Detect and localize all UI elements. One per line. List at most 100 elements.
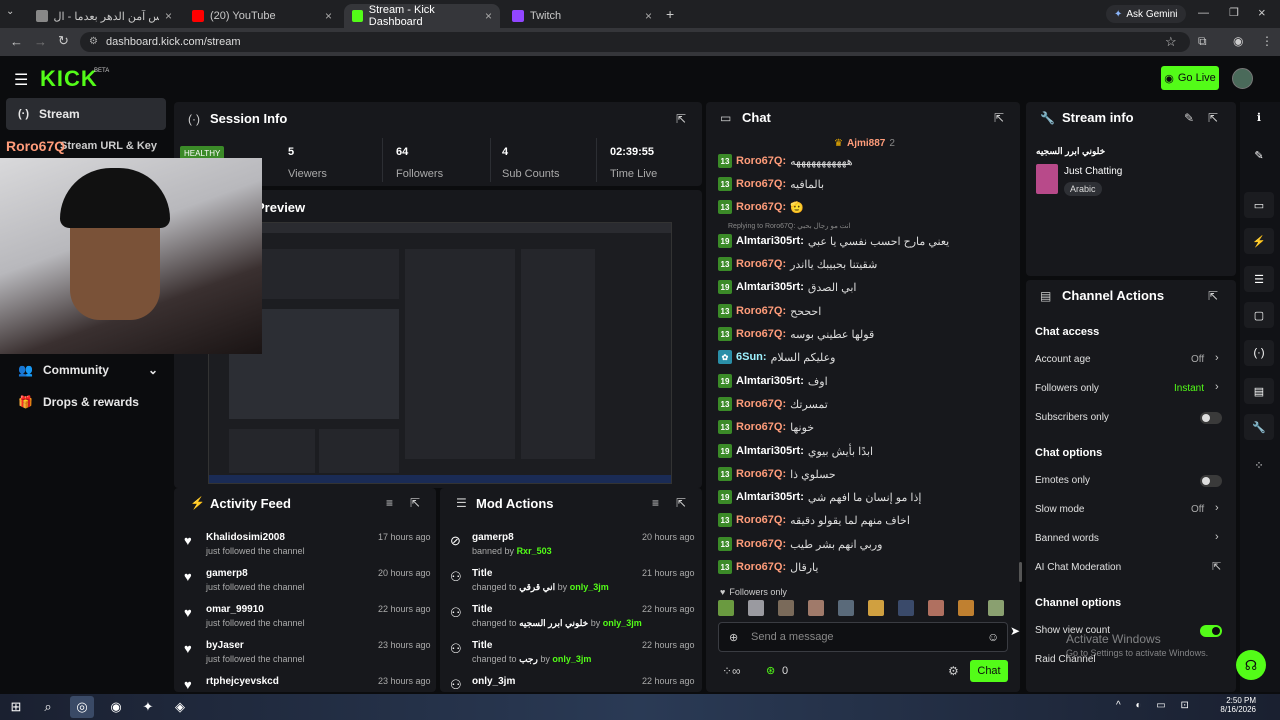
- mod-action-subject[interactable]: only_3jm: [472, 676, 515, 687]
- browser-tab-kick[interactable]: Stream - Kick Dashboard ×: [344, 4, 500, 28]
- activity-username[interactable]: rtphejcyevskcd: [206, 676, 279, 687]
- close-icon[interactable]: ×: [485, 9, 492, 23]
- broadcast-icon[interactable]: (·): [1244, 340, 1274, 366]
- chat-message[interactable]: 13 Roro67Q: بالمافيه: [718, 173, 824, 195]
- slow-mode-label[interactable]: Slow mode: [1035, 504, 1084, 515]
- chat-message[interactable]: ✿ 6Sun: وعليكم السلام: [718, 346, 835, 368]
- chat-message[interactable]: 13 Roro67Q: احححح: [718, 300, 821, 322]
- filter-icon[interactable]: ≡: [386, 496, 393, 510]
- mod-action-subject[interactable]: gamerp8: [472, 532, 514, 543]
- browser-tab-twitch[interactable]: Twitch ×: [504, 4, 660, 28]
- layout-icon[interactable]: ▭: [1244, 192, 1274, 218]
- mod-action-moderator[interactable]: only_3jm: [603, 618, 642, 628]
- chrome-icon[interactable]: ◎: [70, 696, 94, 718]
- chat-username[interactable]: Roro67Q:: [736, 514, 786, 526]
- chevron-right-icon[interactable]: ›: [1215, 502, 1219, 514]
- close-icon[interactable]: ×: [165, 9, 172, 23]
- emoji-icon[interactable]: ☺: [987, 630, 999, 644]
- emote-icon[interactable]: [748, 600, 764, 616]
- chat-username[interactable]: Roro67Q:: [736, 258, 786, 270]
- chat-username[interactable]: Roro67Q:: [736, 201, 786, 213]
- banned-words-label[interactable]: Banned words: [1035, 533, 1099, 544]
- mod-action-moderator[interactable]: only_3jm: [552, 654, 591, 664]
- chat-username[interactable]: Almtari305rt:: [736, 281, 804, 293]
- close-icon[interactable]: ×: [645, 9, 652, 23]
- chat-username[interactable]: Roro67Q:: [736, 468, 786, 480]
- popout-icon[interactable]: ⇱: [676, 496, 686, 510]
- chat-message[interactable]: 13 Roro67Q: قولها عطيني بوسه: [718, 323, 874, 345]
- system-tray-icons[interactable]: ^ ◐ ▭ ⊡: [1116, 700, 1195, 711]
- back-icon[interactable]: ←: [10, 34, 23, 49]
- popout-icon[interactable]: ⇱: [994, 111, 1004, 125]
- followers-only-setting-label[interactable]: Followers only: [1035, 383, 1099, 394]
- chat-username[interactable]: 6Sun:: [736, 351, 767, 363]
- forward-icon[interactable]: →: [34, 34, 47, 49]
- menu-dots-icon[interactable]: ⋮: [1261, 34, 1273, 48]
- chat-message[interactable]: 19 Almtari305rt: يعني مارح احسب نفسي يا عب…: [718, 230, 949, 252]
- profile-icon[interactable]: ◉: [1233, 34, 1243, 48]
- emotes-only-toggle[interactable]: [1200, 475, 1222, 487]
- chat-input[interactable]: ⊕ Send a message ☺: [718, 622, 1008, 652]
- kick-logo[interactable]: KICK: [40, 66, 98, 92]
- popout-icon[interactable]: ⇱: [1208, 111, 1218, 125]
- chat-icon[interactable]: ▢: [1244, 302, 1274, 328]
- browser-tab-1[interactable]: على أي عرس آمن الدهر بعدما - ال ×: [28, 4, 180, 28]
- chat-message[interactable]: 13 Roro67Q: 🫡: [718, 196, 804, 218]
- clock[interactable]: 2:50 PM 8/16/2026: [1210, 696, 1256, 714]
- sidebar-item-stream[interactable]: (·) Stream: [6, 98, 166, 130]
- chat-message[interactable]: 13 Roro67Q: اخاف منهم لما يقولو دقيقه: [718, 509, 910, 531]
- chat-message[interactable]: 13 Roro67Q: خونها: [718, 416, 814, 438]
- popout-icon[interactable]: ⇱: [410, 496, 420, 510]
- chat-message[interactable]: 13 Roro67Q: شقيتنا بحبيبك يااندر: [718, 253, 877, 275]
- wrench-icon[interactable]: 🔧: [1244, 414, 1274, 440]
- app-icon[interactable]: ◈: [168, 696, 192, 718]
- chat-settings-icon[interactable]: ⊕: [729, 631, 738, 644]
- chat-username[interactable]: Roro67Q:: [736, 328, 786, 340]
- restore-icon[interactable]: ❐: [1229, 6, 1239, 19]
- show-view-count-toggle[interactable]: [1200, 625, 1222, 637]
- external-link-icon[interactable]: ⇱: [1212, 560, 1221, 573]
- sidebar-item-community[interactable]: 👥 Community ⌄: [6, 354, 166, 386]
- emote-icon[interactable]: [958, 600, 974, 616]
- share-icon[interactable]: ⁘: [1244, 452, 1274, 478]
- info-icon[interactable]: ℹ: [1244, 104, 1274, 130]
- chat-message[interactable]: 19 Almtari305rt: ابي الصدق: [718, 276, 856, 298]
- chat-username[interactable]: Roro67Q:: [736, 155, 786, 167]
- pinned-user[interactable]: ♛ Ajmi887 2: [834, 138, 895, 149]
- site-info-icon[interactable]: ⚙: [89, 32, 98, 52]
- new-tab-icon[interactable]: +: [666, 6, 674, 22]
- lightning-icon[interactable]: ⚡: [1244, 228, 1274, 254]
- emote-icon[interactable]: [928, 600, 944, 616]
- channel-actions-icon[interactable]: ▤: [1244, 378, 1274, 404]
- chat-username[interactable]: Almtari305rt:: [736, 235, 804, 247]
- emote-icon[interactable]: [808, 600, 824, 616]
- popout-icon[interactable]: ⇱: [676, 112, 686, 126]
- search-icon[interactable]: ⌕: [36, 696, 60, 718]
- minimize-icon[interactable]: —: [1198, 7, 1209, 19]
- sidebar-item-drops[interactable]: 🎁 Drops & rewards: [6, 386, 166, 418]
- chat-message[interactable]: 19 Almtari305rt: إذا مو إنسان ما افهم شي: [718, 486, 921, 508]
- activity-username[interactable]: gamerp8: [206, 568, 248, 579]
- chat-username[interactable]: Roro67Q:: [736, 178, 786, 190]
- emote-icon[interactable]: [868, 600, 884, 616]
- window-close-icon[interactable]: ×: [1258, 5, 1266, 20]
- pencil-icon[interactable]: ✎: [1244, 142, 1274, 168]
- chevron-right-icon[interactable]: ›: [1215, 531, 1219, 543]
- ai-moderation-label[interactable]: AI Chat Moderation: [1035, 562, 1121, 573]
- emote-icon[interactable]: [778, 600, 794, 616]
- app-icon[interactable]: ◉: [104, 696, 128, 718]
- emote-icon[interactable]: [838, 600, 854, 616]
- chat-username[interactable]: Roro67Q:: [736, 398, 786, 410]
- popout-icon[interactable]: ⇱: [1208, 289, 1218, 303]
- emote-icon[interactable]: [988, 600, 1004, 616]
- tab-list-icon[interactable]: ⌄: [6, 6, 22, 22]
- extensions-icon[interactable]: ⧉: [1198, 34, 1207, 49]
- mod-action-moderator[interactable]: Rxr_503: [517, 546, 552, 556]
- chat-username[interactable]: Almtari305rt:: [736, 491, 804, 503]
- chat-message[interactable]: 19 Almtari305rt: اوف: [718, 370, 828, 392]
- go-live-button[interactable]: ◉ Go Live: [1161, 66, 1219, 90]
- reload-icon[interactable]: ↻: [58, 33, 69, 49]
- support-headset-icon[interactable]: ☊: [1236, 650, 1266, 680]
- activity-username[interactable]: byJaser: [206, 640, 244, 651]
- mod-action-subject[interactable]: Title: [472, 568, 492, 579]
